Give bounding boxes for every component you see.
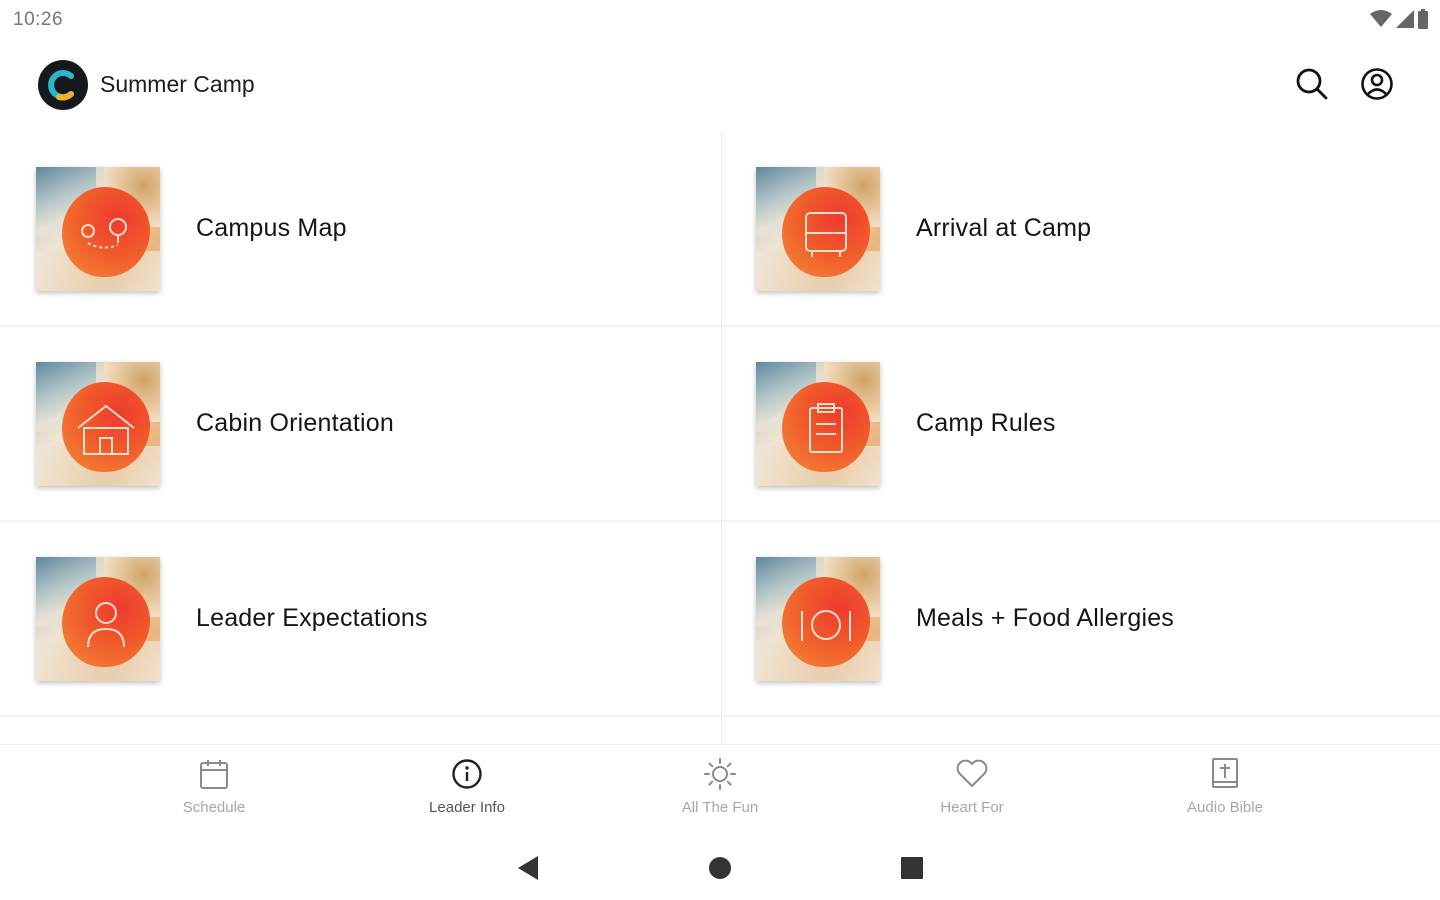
- account-icon: [1361, 68, 1393, 100]
- recents-button[interactable]: [894, 850, 930, 886]
- tile-label: Leader Expectations: [196, 604, 428, 632]
- tile-label: Cabin Orientation: [196, 409, 394, 437]
- nav-label: All The Fun: [681, 799, 759, 816]
- clipboard-icon: [809, 403, 843, 453]
- nav-item-leader-info[interactable]: Leader Info: [387, 757, 547, 816]
- nav-label: Leader Info: [429, 799, 505, 816]
- tile-cabin-orientation[interactable]: Cabin Orientation: [0, 327, 720, 521]
- app-header: Summer Camp: [0, 40, 1440, 132]
- tile-thumbnail: [36, 557, 160, 681]
- battery-icon: [1418, 9, 1428, 29]
- tile-meals-food-allergies[interactable]: Meals + Food Allergies: [720, 522, 1440, 716]
- tile-label: Meals + Food Allergies: [916, 604, 1175, 632]
- signal-icon: [1396, 10, 1414, 28]
- tile-thumbnail: [756, 557, 880, 681]
- content-grid: Campus Map Arrival at Camp Cabin Orienta…: [0, 132, 1440, 744]
- search-icon: [1296, 68, 1328, 100]
- calendar-icon: [197, 757, 231, 791]
- map-pin-icon: [81, 218, 127, 249]
- tile-arrival-at-camp[interactable]: Arrival at Camp: [720, 132, 1440, 326]
- nav-label: Schedule: [182, 799, 246, 816]
- nav-item-audio-bible[interactable]: Audio Bible: [1145, 757, 1305, 816]
- app-title: Summer Camp: [100, 71, 255, 97]
- tile-thumbnail: [36, 362, 160, 486]
- status-bar: 10:26: [0, 0, 1440, 40]
- nav-item-heart-for[interactable]: Heart For: [892, 757, 1052, 816]
- app-logo: [38, 60, 88, 110]
- tile-thumbnail: [756, 362, 880, 486]
- tile-label: Arrival at Camp: [916, 214, 1092, 242]
- plate-cutlery-icon: [801, 610, 851, 641]
- bottom-navigation: Schedule Leader Info All The Fun Heart F…: [0, 744, 1440, 834]
- status-icons: [1370, 9, 1428, 29]
- tile-label: Camp Rules: [916, 409, 1056, 437]
- back-button[interactable]: [510, 850, 546, 886]
- cabin-icon: [77, 404, 135, 455]
- heart-icon: [955, 757, 989, 791]
- nav-item-schedule[interactable]: Schedule: [134, 757, 294, 816]
- bus-icon: [805, 212, 847, 257]
- info-icon: [450, 757, 484, 791]
- nav-label: Audio Bible: [1187, 799, 1263, 816]
- tile-thumbnail: [36, 167, 160, 291]
- tile-thumbnail: [756, 167, 880, 291]
- search-button[interactable]: [1290, 62, 1334, 106]
- tile-leader-expectations[interactable]: Leader Expectations: [0, 522, 720, 716]
- tile-label: Campus Map: [196, 214, 347, 242]
- nav-item-all-the-fun[interactable]: All The Fun: [640, 757, 800, 816]
- system-navigation-bar: [0, 834, 1440, 900]
- recents-square-icon: [901, 857, 923, 879]
- back-triangle-icon: [518, 856, 538, 880]
- home-button[interactable]: [702, 850, 738, 886]
- status-time: 10:26: [13, 9, 64, 30]
- home-circle-icon: [709, 857, 731, 879]
- sun-icon: [703, 757, 737, 791]
- person-icon: [87, 602, 125, 648]
- wifi-icon: [1370, 10, 1392, 27]
- nav-label: Heart For: [940, 799, 1004, 816]
- account-button[interactable]: [1355, 62, 1399, 106]
- bible-icon: [1208, 757, 1242, 791]
- tile-campus-map[interactable]: Campus Map: [0, 132, 720, 326]
- tile-camp-rules[interactable]: Camp Rules: [720, 327, 1440, 521]
